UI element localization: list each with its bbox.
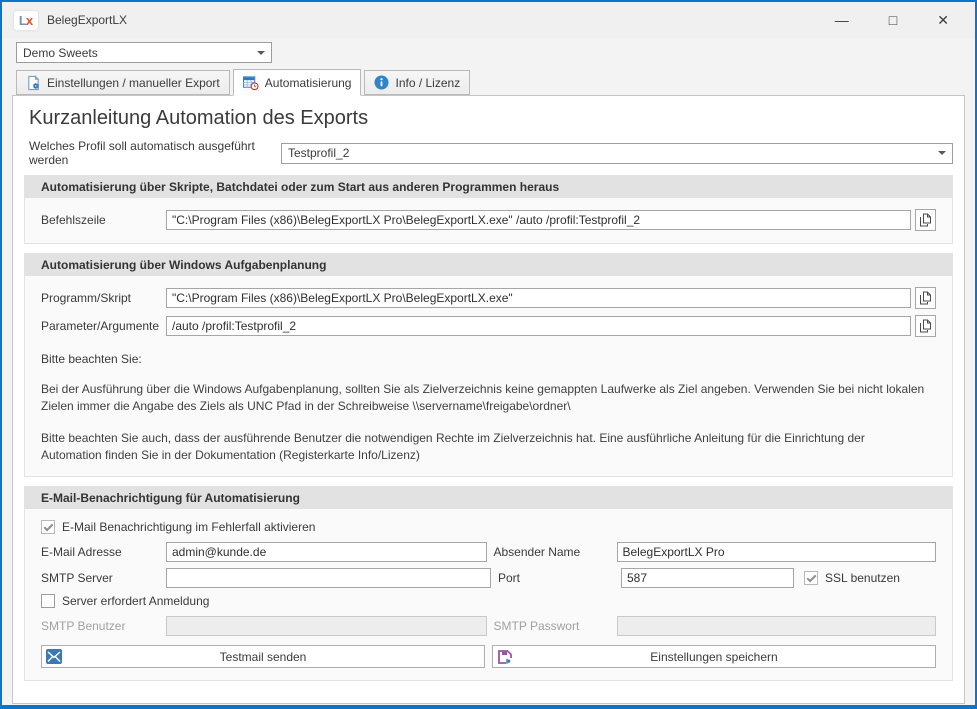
testmail-button[interactable]: Testmail senden: [41, 645, 485, 668]
ssl-checkbox[interactable]: [804, 571, 818, 585]
task-scheduler-group: Automatisierung über Windows Aufgabenpla…: [24, 253, 953, 477]
tab-info-lizenz[interactable]: Info / Lizenz: [364, 70, 470, 95]
page-title: Kurzanleitung Automation des Exports: [29, 107, 964, 130]
arguments-label: Parameter/Argumente: [41, 319, 166, 333]
copy-icon: [919, 213, 932, 227]
chevron-down-icon: [938, 151, 946, 155]
close-button[interactable]: ✕: [937, 13, 949, 27]
server-auth-checkbox[interactable]: [41, 594, 55, 608]
note-text-2: Bitte beachten Sie auch, dass der ausfüh…: [41, 430, 936, 464]
smtp-server-field[interactable]: [166, 568, 491, 588]
automatisierung-panel: Kurzanleitung Automation des Exports Wel…: [12, 95, 965, 704]
group-header: Automatisierung über Windows Aufgabenpla…: [25, 254, 952, 276]
document-gear-icon: [26, 75, 41, 91]
copy-arguments-button[interactable]: [915, 315, 936, 337]
server-auth-label: Server erfordert Anmeldung: [62, 594, 209, 608]
save-settings-button-label: Einstellungen speichern: [493, 650, 935, 664]
command-line-field[interactable]: [166, 210, 911, 230]
port-label: Port: [491, 571, 621, 585]
program-label: Programm/Skript: [41, 291, 166, 305]
calendar-clock-icon: [243, 75, 259, 91]
copy-program-button[interactable]: [915, 287, 936, 309]
tab-einstellungen[interactable]: Einstellungen / manueller Export: [16, 70, 230, 95]
arguments-field[interactable]: [166, 316, 911, 336]
sender-name-field[interactable]: [617, 542, 937, 562]
email-address-field[interactable]: [166, 542, 487, 562]
title-bar: Lx BelegExportLX — □ ✕: [2, 2, 975, 38]
note-heading: Bitte beachten Sie:: [41, 352, 936, 366]
smtp-password-field[interactable]: [617, 616, 937, 636]
tab-label: Automatisierung: [265, 76, 352, 90]
copy-icon: [919, 291, 932, 305]
save-settings-button[interactable]: Einstellungen speichern: [492, 645, 936, 668]
tab-bar: Einstellungen / manueller Export Automat…: [16, 68, 975, 95]
smtp-user-field[interactable]: [166, 616, 487, 636]
ssl-label: SSL benutzen: [825, 571, 900, 585]
app-window: Lx BelegExportLX — □ ✕ Demo Sweets: [0, 0, 977, 709]
smtp-password-label: SMTP Passwort: [487, 619, 617, 633]
tab-automatisierung[interactable]: Automatisierung: [233, 69, 362, 96]
window-title: BelegExportLX: [47, 13, 127, 27]
save-settings-icon: [497, 649, 513, 665]
info-circle-icon: [374, 75, 389, 90]
smtp-server-label: SMTP Server: [41, 571, 166, 585]
copy-icon: [919, 319, 932, 333]
copy-command-button[interactable]: [915, 209, 936, 231]
email-envelope-icon: [46, 649, 62, 664]
minimize-button[interactable]: —: [835, 13, 849, 27]
group-header: E-Mail-Benachrichtigung für Automatisier…: [25, 487, 952, 509]
client-select-value: Demo Sweets: [23, 46, 98, 60]
tab-label: Einstellungen / manueller Export: [47, 76, 220, 90]
command-line-label: Befehlszeile: [41, 213, 166, 227]
port-field[interactable]: [621, 568, 794, 588]
app-logo-icon: Lx: [14, 11, 38, 30]
maximize-button[interactable]: □: [889, 13, 897, 27]
profile-label: Welches Profil soll automatisch ausgefüh…: [29, 139, 281, 167]
sender-name-label: Absender Name: [487, 545, 617, 559]
chevron-down-icon: [257, 51, 265, 55]
note-text-1: Bei der Ausführung über die Windows Aufg…: [41, 381, 936, 415]
client-select[interactable]: Demo Sweets: [16, 42, 272, 63]
testmail-button-label: Testmail senden: [42, 650, 484, 664]
smtp-user-label: SMTP Benutzer: [41, 619, 166, 633]
tab-label: Info / Lizenz: [395, 76, 460, 90]
script-automation-group: Automatisierung über Skripte, Batchdatei…: [24, 175, 953, 244]
group-header: Automatisierung über Skripte, Batchdatei…: [25, 176, 952, 198]
window-controls: — □ ✕: [835, 13, 963, 27]
enable-email-checkbox[interactable]: [41, 520, 55, 534]
enable-email-label: E-Mail Benachrichtigung im Fehlerfall ak…: [62, 520, 315, 534]
program-field[interactable]: [166, 288, 911, 308]
profile-select[interactable]: Testprofil_2: [281, 143, 953, 164]
logo-letter-x: x: [26, 13, 33, 28]
email-notification-group: E-Mail-Benachrichtigung für Automatisier…: [24, 486, 953, 681]
profile-row: Welches Profil soll automatisch ausgefüh…: [29, 139, 953, 167]
profile-select-value: Testprofil_2: [288, 146, 349, 160]
email-address-label: E-Mail Adresse: [41, 545, 166, 559]
